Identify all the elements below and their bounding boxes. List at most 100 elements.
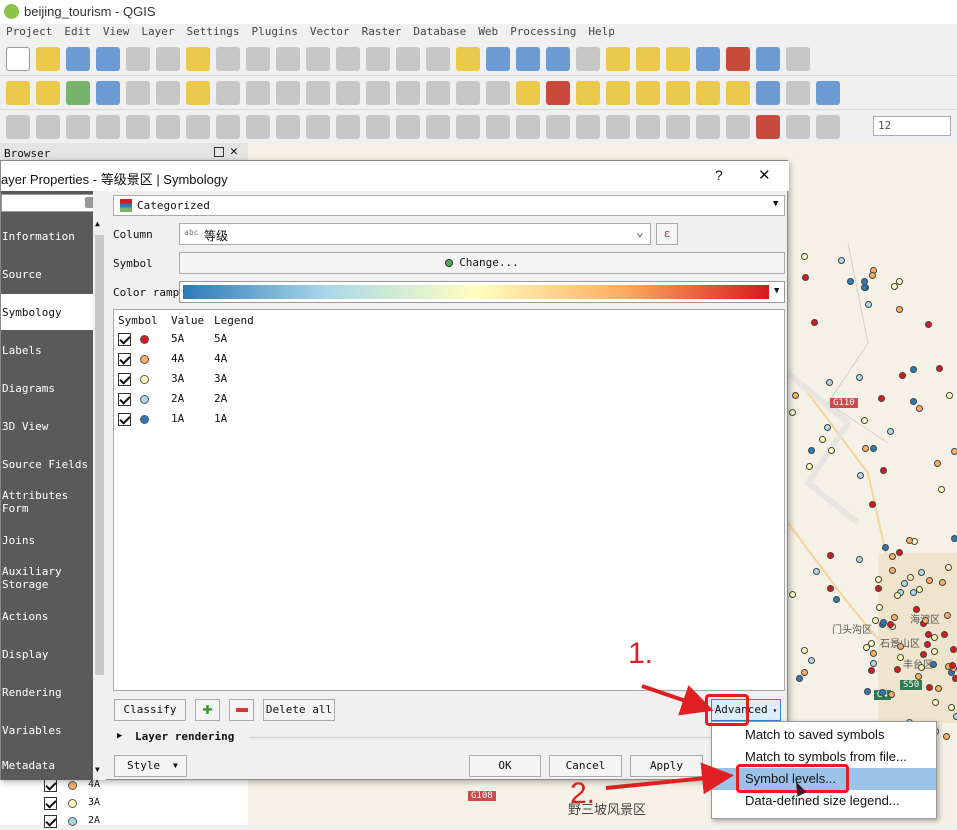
sidebar-search-box[interactable] xyxy=(1,194,104,212)
menu-project[interactable]: Project xyxy=(0,24,58,42)
digitize-17-icon[interactable] xyxy=(516,114,540,139)
field-calculator-icon[interactable] xyxy=(726,46,750,71)
save-project-icon[interactable] xyxy=(66,46,90,71)
style-dropdown-button[interactable]: Style ▼ xyxy=(114,755,187,777)
zoom-next-icon[interactable] xyxy=(426,46,450,71)
column-select[interactable]: abc 等级 ⌄ xyxy=(179,223,651,245)
delete-category-button[interactable] xyxy=(229,699,254,721)
identify-icon[interactable] xyxy=(546,46,570,71)
help-button[interactable]: ? xyxy=(715,167,723,183)
digitize-13-icon[interactable] xyxy=(396,114,420,139)
sidebar-item-rendering[interactable]: Rendering xyxy=(1,674,93,710)
expand-arrow-icon[interactable]: ▶ xyxy=(117,731,122,741)
map-tips-icon[interactable] xyxy=(486,46,510,71)
highlight-label-icon[interactable] xyxy=(606,80,630,105)
expression-button[interactable]: ε xyxy=(656,223,678,245)
scroll-down-arrow-icon[interactable]: ▼ xyxy=(95,765,100,774)
digitize-2-icon[interactable] xyxy=(66,114,90,139)
category-checkbox[interactable] xyxy=(44,797,57,810)
layer-rendering-header[interactable]: Layer rendering xyxy=(135,730,234,743)
delete-all-button[interactable]: Delete all xyxy=(263,699,335,721)
measure-icon[interactable] xyxy=(6,114,30,139)
menu-settings[interactable]: Settings xyxy=(180,24,245,42)
table-row[interactable]: 5A 5A xyxy=(114,330,414,350)
category-symbol-dot[interactable] xyxy=(140,395,149,404)
select-icon[interactable] xyxy=(606,46,630,71)
sidebar-item-auxiliary-storage[interactable]: Auxiliary Storage xyxy=(1,560,63,596)
digitize-4-icon[interactable] xyxy=(126,114,150,139)
delete-icon[interactable] xyxy=(336,80,360,105)
zoom-last-icon[interactable] xyxy=(396,46,420,71)
pan-to-selection-icon[interactable] xyxy=(186,46,210,71)
category-checkbox[interactable] xyxy=(118,353,131,366)
category-symbol-dot[interactable] xyxy=(140,355,149,364)
category-checkbox[interactable] xyxy=(118,333,131,346)
digitize-8-icon[interactable] xyxy=(246,114,270,139)
table-row[interactable]: 1A 1A xyxy=(114,410,414,430)
close-dialog-button[interactable]: ✕ xyxy=(758,166,771,184)
save-as-icon[interactable] xyxy=(96,46,120,71)
classify-button[interactable]: Classify xyxy=(114,699,186,721)
digitize-6-icon[interactable] xyxy=(186,114,210,139)
toggle-editing-icon[interactable] xyxy=(186,80,210,105)
zoom-native-icon[interactable] xyxy=(276,46,300,71)
action-icon[interactable] xyxy=(576,46,600,71)
menu-help[interactable]: Help xyxy=(582,24,621,42)
menu-layer[interactable]: Layer xyxy=(135,24,180,42)
digitize-11-icon[interactable] xyxy=(336,114,360,139)
digitize-21-icon[interactable] xyxy=(636,114,660,139)
select-attribute-icon[interactable] xyxy=(636,46,660,71)
menu-raster[interactable]: Raster xyxy=(356,24,408,42)
digitize-24-icon[interactable] xyxy=(726,114,750,139)
category-checkbox[interactable] xyxy=(44,815,57,828)
statistics-icon[interactable] xyxy=(786,46,810,71)
sidebar-item-joins[interactable]: Joins xyxy=(1,522,93,558)
menu-view[interactable]: View xyxy=(97,24,136,42)
add-vector-icon[interactable] xyxy=(66,80,90,105)
data-source-manager-icon[interactable] xyxy=(6,80,30,105)
sidebar-item-diagrams[interactable]: Diagrams xyxy=(1,370,93,406)
float-panel-icon[interactable] xyxy=(214,147,224,157)
digitize-12-icon[interactable] xyxy=(366,114,390,139)
sidebar-item-attributes-form[interactable]: Attributes Form xyxy=(1,484,71,520)
cut-icon[interactable] xyxy=(366,80,390,105)
menu-plugins[interactable]: Plugins xyxy=(245,24,303,42)
zoom-out-icon[interactable] xyxy=(246,46,270,71)
new-layer-icon[interactable] xyxy=(36,80,60,105)
sidebar-item-variables[interactable]: Variables xyxy=(1,712,93,748)
deselect-icon[interactable] xyxy=(666,46,690,71)
digitize-3-icon[interactable] xyxy=(96,114,120,139)
menu-web[interactable]: Web xyxy=(472,24,504,42)
paste-icon[interactable] xyxy=(426,80,450,105)
sidebar-scrollbar[interactable]: ▲ ▼ xyxy=(93,191,106,780)
menu-database[interactable]: Database xyxy=(407,24,472,42)
layer-category-row[interactable]: 4A xyxy=(44,778,244,794)
sidebar-item-source-fields[interactable]: Source Fields xyxy=(1,446,93,482)
digitize-9-icon[interactable] xyxy=(276,114,300,139)
digitize-19-icon[interactable] xyxy=(576,114,600,139)
category-symbol-dot[interactable] xyxy=(140,375,149,384)
attribute-table-icon[interactable] xyxy=(696,46,720,71)
categories-table[interactable]: Symbol Value Legend 5A 5A 4A 4A 3A 3A 2A 2A … xyxy=(113,309,785,691)
undo-icon[interactable] xyxy=(456,80,480,105)
renderer-type-select[interactable]: Categorized ▼ xyxy=(113,195,785,216)
layer-category-row[interactable]: 2A xyxy=(44,814,244,830)
zoom-layer-icon[interactable] xyxy=(366,46,390,71)
edit-pencil-icon[interactable] xyxy=(156,80,180,105)
snapping-type-icon[interactable] xyxy=(786,114,810,139)
category-checkbox[interactable] xyxy=(118,413,131,426)
zoom-in-icon[interactable] xyxy=(216,46,240,71)
layer-category-row[interactable]: 3A xyxy=(44,796,244,812)
change-label-icon[interactable] xyxy=(726,80,750,105)
table-row[interactable]: 4A 4A xyxy=(114,350,414,370)
move-label-icon[interactable] xyxy=(666,80,690,105)
table-row[interactable]: 3A 3A xyxy=(114,370,414,390)
digitize-20-icon[interactable] xyxy=(606,114,630,139)
digitize-5-icon[interactable] xyxy=(156,114,180,139)
sidebar-item-display[interactable]: Display xyxy=(1,636,93,672)
python-icon[interactable] xyxy=(816,80,840,105)
sidebar-item-actions[interactable]: Actions xyxy=(1,598,93,634)
digitize-7-icon[interactable] xyxy=(216,114,240,139)
digitize-14-icon[interactable] xyxy=(426,114,450,139)
snapping-config-icon[interactable] xyxy=(816,114,840,139)
